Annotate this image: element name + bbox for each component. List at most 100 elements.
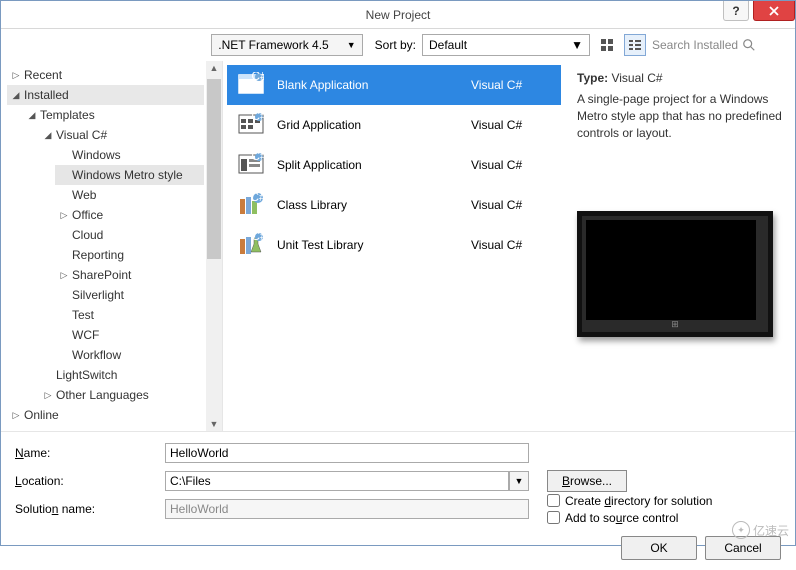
template-lang: Visual C# <box>471 118 551 132</box>
template-split-application[interactable]: C# Split Application Visual C# <box>227 145 561 185</box>
tree-item-metro[interactable]: Windows Metro style <box>55 165 204 185</box>
template-class-library[interactable]: C# Class Library Visual C# <box>227 185 561 225</box>
tree-item-silverlight[interactable]: Silverlight <box>55 285 204 305</box>
title-bar: New Project ? <box>1 1 795 29</box>
template-icon: C# <box>237 231 265 259</box>
list-icon <box>629 40 641 50</box>
template-blank-application[interactable]: C# Blank Application Visual C# <box>227 65 561 105</box>
chevron-down-icon: ▼ <box>347 40 356 50</box>
tree-item-windows[interactable]: Windows <box>55 145 204 165</box>
solution-name-input[interactable] <box>165 499 529 519</box>
tree-item-cloud[interactable]: Cloud <box>55 225 204 245</box>
windows-logo-icon: ⊞ <box>671 319 679 330</box>
scroll-thumb[interactable] <box>207 79 221 259</box>
template-unit-test-library[interactable]: C# Unit Test Library Visual C# <box>227 225 561 265</box>
template-name: Blank Application <box>277 78 459 92</box>
template-icon: C# <box>237 191 265 219</box>
template-lang: Visual C# <box>471 238 551 252</box>
help-button[interactable]: ? <box>723 1 749 21</box>
template-lang: Visual C# <box>471 158 551 172</box>
svg-text:C#: C# <box>251 152 264 163</box>
template-icon: C# <box>237 151 265 179</box>
type-value: Visual C# <box>611 71 662 85</box>
toolbar: .NET Framework 4.5 ▼ Sort by: Default ▼ … <box>1 29 795 61</box>
tree-item-sharepoint[interactable]: ▷SharePoint <box>55 265 204 285</box>
detail-pane: Type: Visual C# A single-page project fo… <box>565 61 795 431</box>
cancel-button[interactable]: Cancel <box>705 536 781 560</box>
search-box[interactable]: Search Installed <box>652 38 787 52</box>
location-label: Location: <box>15 474 155 488</box>
tree-lightswitch[interactable]: LightSwitch <box>39 365 204 385</box>
template-description: A single-page project for a Windows Metr… <box>577 91 783 141</box>
dialog-buttons: OK Cancel <box>1 532 795 570</box>
location-dropdown-button[interactable]: ▼ <box>509 471 529 491</box>
collapse-icon: ◢ <box>11 90 21 101</box>
sortby-label: Sort by: <box>375 38 416 52</box>
template-name: Unit Test Library <box>277 238 459 252</box>
tree-templates[interactable]: ◢Templates <box>23 105 204 125</box>
tree-item-wcf[interactable]: WCF <box>55 325 204 345</box>
framework-value: .NET Framework 4.5 <box>218 38 328 52</box>
bottom-form: Name: Location: ▼ Browse... Solution nam… <box>1 431 795 532</box>
window-controls: ? <box>723 1 795 21</box>
svg-text:C#: C# <box>250 192 264 204</box>
template-name: Grid Application <box>277 118 459 132</box>
search-placeholder: Search Installed <box>652 38 738 52</box>
template-lang: Visual C# <box>471 198 551 212</box>
sortby-dropdown[interactable]: Default ▼ <box>422 34 590 56</box>
solution-name-label: Solution name: <box>15 502 155 516</box>
collapse-icon: ◢ <box>27 110 37 121</box>
tree-installed[interactable]: ◢Installed <box>7 85 204 105</box>
template-name: Split Application <box>277 158 459 172</box>
expand-icon: ▷ <box>11 410 21 421</box>
source-control-input[interactable] <box>547 511 560 524</box>
tree-other-languages[interactable]: ▷Other Languages <box>39 385 204 405</box>
browse-button[interactable]: Browse... <box>547 470 627 492</box>
close-button[interactable] <box>753 1 795 21</box>
preview-thumbnail: ⊞ <box>577 211 773 337</box>
type-row: Type: Visual C# <box>577 71 783 85</box>
close-icon <box>768 5 780 17</box>
sidebar-scrollbar[interactable]: ▲ ▼ <box>206 61 222 431</box>
search-icon <box>742 38 756 52</box>
scroll-up-icon: ▲ <box>208 61 221 75</box>
source-control-checkbox[interactable]: Add to source control <box>547 511 712 525</box>
template-icon: C# <box>237 71 265 99</box>
svg-text:C#: C# <box>251 72 264 83</box>
tree-item-office[interactable]: ▷Office <box>55 205 204 225</box>
svg-text:C#: C# <box>251 232 264 243</box>
create-directory-checkbox[interactable]: Create directory for solution <box>547 494 712 508</box>
svg-text:C#: C# <box>251 112 264 123</box>
framework-dropdown[interactable]: .NET Framework 4.5 ▼ <box>211 34 362 56</box>
name-input[interactable] <box>165 443 529 463</box>
tree-csharp[interactable]: ◢Visual C# <box>39 125 204 145</box>
template-lang: Visual C# <box>471 78 551 92</box>
template-grid-application[interactable]: C# Grid Application Visual C# <box>227 105 561 145</box>
sidebar: ▷Recent ◢Installed ◢Templates ◢Visual C#… <box>1 61 223 431</box>
type-label: Type: <box>577 71 608 85</box>
grid-icon <box>601 39 613 51</box>
tree-item-workflow[interactable]: Workflow <box>55 345 204 365</box>
template-tree: ▷Recent ◢Installed ◢Templates ◢Visual C#… <box>1 65 222 425</box>
tree-item-test[interactable]: Test <box>55 305 204 325</box>
expand-icon: ▷ <box>59 210 69 221</box>
expand-icon: ▷ <box>43 390 53 401</box>
tree-item-reporting[interactable]: Reporting <box>55 245 204 265</box>
tree-item-web[interactable]: Web <box>55 185 204 205</box>
sortby-value: Default <box>429 38 467 52</box>
list-view-button[interactable] <box>624 34 646 56</box>
create-directory-input[interactable] <box>547 494 560 507</box>
ok-button[interactable]: OK <box>621 536 697 560</box>
content-area: ▷Recent ◢Installed ◢Templates ◢Visual C#… <box>1 61 795 431</box>
expand-icon: ▷ <box>59 270 69 281</box>
name-label: Name: <box>15 446 155 460</box>
tree-recent[interactable]: ▷Recent <box>7 65 204 85</box>
chevron-down-icon: ▼ <box>571 38 583 52</box>
grid-view-button[interactable] <box>596 34 618 56</box>
tree-online[interactable]: ▷Online <box>7 405 204 425</box>
collapse-icon: ◢ <box>43 130 53 141</box>
window-title: New Project <box>366 8 431 22</box>
template-name: Class Library <box>277 198 459 212</box>
location-input[interactable] <box>165 471 509 491</box>
expand-icon: ▷ <box>11 70 21 81</box>
